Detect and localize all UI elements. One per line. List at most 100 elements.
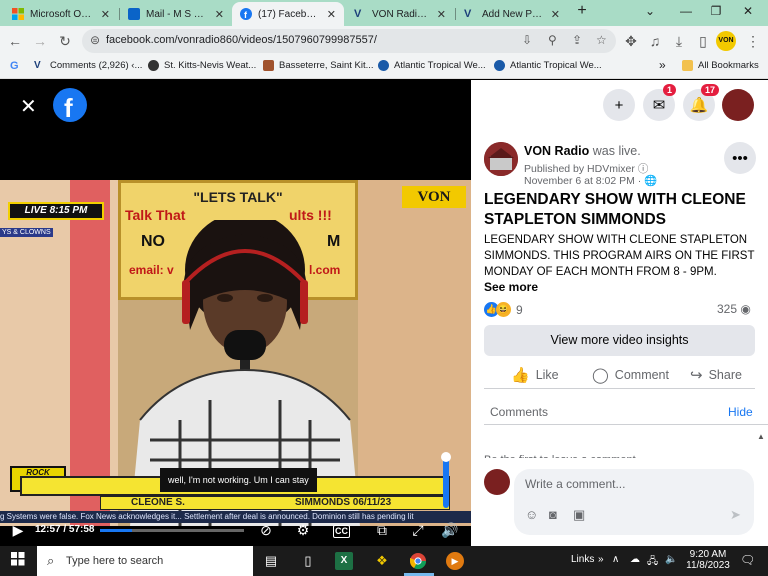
menu-kebab-icon[interactable]: ⋮ [744, 32, 762, 50]
share-icon[interactable]: ⇪ [572, 33, 582, 47]
url-text[interactable]: facebook.com/vonradio860/videos/15079607… [106, 34, 377, 46]
play-icon[interactable]: ▶ [8, 522, 28, 539]
tab-add-new-post[interactable]: V Add New Post ✕ [456, 2, 568, 26]
new-tab-button[interactable]: + [572, 2, 592, 20]
views-summary: 325 ◉ [717, 302, 751, 316]
bookmark-comments[interactable]: V Comments (2,926) ‹... [34, 60, 142, 71]
send-icon[interactable]: ➤ [730, 507, 741, 523]
side-panel-icon[interactable]: ▯ [694, 32, 712, 50]
more-options-button[interactable]: ••• [724, 142, 756, 174]
zoom-icon[interactable]: ⚲ [548, 33, 557, 47]
links-toolbar[interactable]: Links [571, 554, 594, 565]
share-label: Share [708, 368, 742, 382]
hide-comments-link[interactable]: Hide [728, 405, 753, 419]
volume-knob[interactable] [441, 452, 451, 462]
close-window-icon[interactable]: ✕ [738, 4, 758, 18]
close-tab-icon[interactable]: ✕ [551, 8, 560, 21]
app-icon[interactable]: ❖ [373, 552, 391, 570]
comment-button[interactable]: ◯ Comment [592, 366, 669, 384]
reactions-summary[interactable]: 👍 😆 9 [484, 302, 523, 317]
tab-microsoft-outlook[interactable]: Microsoft Outl... ✕ [4, 2, 118, 26]
sticker-icon[interactable]: ▣ [573, 507, 585, 523]
all-bookmarks[interactable]: All Bookmarks [682, 60, 759, 71]
page-name[interactable]: VON Radio [524, 144, 589, 158]
share-button[interactable]: ↪ Share [690, 366, 742, 384]
tab-von-radio[interactable]: V VON Radio – Th ✕ [346, 2, 454, 26]
report-icon[interactable]: ⊘ [256, 522, 276, 539]
bookmark-atlantic-2[interactable]: Atlantic Tropical We... [494, 60, 602, 71]
emoji-icon[interactable]: ☺ [525, 507, 538, 522]
tab-mail[interactable]: Mail - M S N Sc ✕ [120, 2, 232, 26]
bookmark-weather[interactable]: St. Kitts-Nevis Weat... [148, 60, 256, 71]
excel-icon[interactable]: X [335, 552, 353, 570]
bookmark-star-icon[interactable]: ☆ [596, 33, 607, 47]
tray-overflow-icon[interactable]: ∧ [612, 554, 619, 565]
google-icon[interactable]: G [10, 60, 19, 72]
media-controls-icon[interactable]: ♫ [646, 32, 664, 50]
clock-time: 9:20 AM [689, 549, 727, 560]
close-tab-icon[interactable]: ✕ [215, 8, 224, 21]
image-icon [263, 60, 274, 71]
chrome-icon[interactable] [409, 552, 427, 570]
von-icon: V [34, 60, 41, 71]
site-info-icon[interactable]: ⊜ [90, 33, 100, 47]
forward-icon[interactable]: → [31, 32, 49, 50]
close-tab-icon[interactable]: ✕ [101, 8, 110, 21]
progress-bar[interactable] [100, 529, 244, 532]
tab-label: Add New Post [482, 8, 545, 20]
comment-input[interactable]: Write a comment... ☺ ◙ ▣ ➤ [514, 469, 754, 535]
file-icon[interactable]: ▯ [299, 552, 317, 570]
clock[interactable]: 9:20 AM 11/8/2023 [684, 549, 732, 571]
media-player-icon[interactable]: ▶ [446, 552, 464, 570]
bookmark-basseterre[interactable]: Basseterre, Saint Kit... [263, 60, 374, 71]
mini-player-icon[interactable]: ⧉ [372, 522, 392, 539]
search-icon: ⌕ [47, 553, 55, 568]
post-date: November 6 at 8:02 PM · 🌐 [524, 174, 657, 187]
time-display: 12:57 / 57:58 [35, 524, 95, 535]
links-chevron-icon[interactable]: » [598, 554, 604, 565]
minimize-icon[interactable]: — [676, 4, 696, 18]
install-app-icon[interactable]: ⇩ [522, 33, 532, 47]
commenter-avatar[interactable] [484, 469, 510, 495]
post-date-text[interactable]: November 6 at 8:02 PM · [524, 175, 641, 187]
see-more-link[interactable]: See more [484, 280, 538, 294]
windows-start-icon[interactable] [9, 552, 27, 570]
reload-icon[interactable]: ↻ [56, 32, 74, 50]
taskbar-search-box[interactable]: ⌕ Type here to search [37, 546, 253, 576]
volume-icon[interactable]: 🔊 [440, 522, 460, 539]
fullscreen-icon[interactable]: ⤢ [408, 522, 428, 539]
notifications-center-icon[interactable]: 🗨 [740, 553, 755, 567]
back-icon[interactable]: ← [6, 32, 24, 50]
address-bar[interactable]: ⊜ facebook.com/vonradio860/videos/150796… [82, 29, 616, 53]
like-button[interactable]: 👍 Like [511, 366, 559, 384]
captions-icon[interactable]: CC [333, 525, 350, 538]
cloud-icon[interactable]: ☁ [630, 554, 640, 565]
restore-icon[interactable]: ❐ [706, 4, 726, 18]
scroll-up-icon[interactable]: ▲ [757, 432, 765, 441]
view-insights-button[interactable]: View more video insights [484, 325, 755, 356]
volume-muted-icon[interactable]: 🔈 [665, 554, 677, 565]
tab-search-chevron-icon[interactable]: ⌄ [640, 4, 660, 18]
page-avatar[interactable] [484, 142, 518, 176]
profile-avatar[interactable]: VON [716, 31, 736, 51]
tab-facebook[interactable]: f (17) Facebook ✕ [232, 2, 344, 26]
facebook-logo-icon[interactable]: f [53, 88, 87, 127]
task-view-icon[interactable]: ▤ [262, 552, 280, 570]
tab-label: Microsoft Outl... [30, 8, 95, 20]
close-tab-icon[interactable]: ✕ [327, 8, 336, 21]
settings-gear-icon[interactable]: ⚙ [293, 522, 313, 539]
volume-slider[interactable] [443, 454, 449, 508]
close-tab-icon[interactable]: ✕ [437, 8, 446, 21]
progress-fill [100, 529, 133, 532]
bookmark-atlantic-1[interactable]: Atlantic Tropical We... [378, 60, 486, 71]
create-button[interactable]: + [603, 89, 635, 121]
camera-icon[interactable]: ◙ [549, 507, 557, 522]
banner-line-1: "LETS TALK" [193, 189, 283, 205]
bookmarks-overflow-icon[interactable]: » [659, 58, 666, 72]
download-icon[interactable]: ⤓ [670, 32, 688, 50]
network-icon[interactable]: 🖧 [647, 554, 658, 571]
extensions-icon[interactable]: ✥ [622, 32, 640, 50]
account-avatar[interactable] [722, 89, 754, 121]
close-icon[interactable]: ✕ [20, 94, 37, 119]
video-player[interactable]: ✕ f YS & CLOWNS "LETS TALK" Talk That ul… [0, 80, 471, 546]
